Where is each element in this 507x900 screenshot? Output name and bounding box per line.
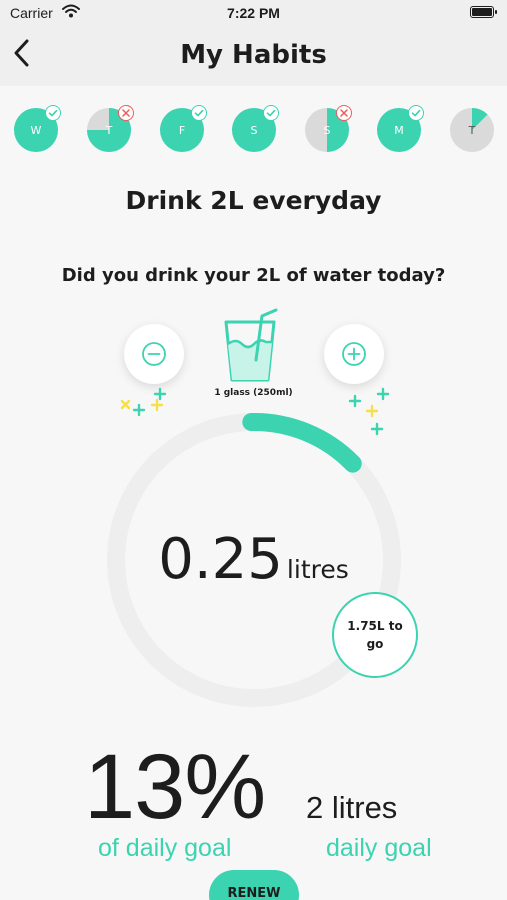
minus-circle-icon [142,342,166,366]
percent-caption: of daily goal [98,834,232,862]
remaining-badge: 1.75L to go [332,592,418,678]
renew-button[interactable]: RENEW [209,870,299,900]
cross-icon [118,105,134,121]
back-button[interactable] [8,38,36,70]
decrease-button[interactable] [124,324,184,384]
check-icon [408,105,424,121]
amount-unit: litres [286,555,349,584]
amount-value: 0.25 [158,527,283,592]
percent-value: 13% [84,736,266,838]
goal-caption: daily goal [326,834,432,862]
chevron-left-icon [14,39,29,67]
check-icon [263,105,279,121]
status-time: 7:22 PM [227,5,280,21]
plus-circle-icon [342,342,366,366]
status-bar: Carrier 7:22 PM [0,0,507,28]
check-icon [45,105,61,121]
battery-icon [470,6,497,18]
day-letter: T [468,123,476,137]
glass-with-straw-icon [218,308,288,384]
goal-value: 2 litres [306,790,398,825]
day-circle[interactable]: T [87,105,134,152]
navigation-bar: My Habits [0,28,507,86]
day-circle[interactable]: S [305,105,352,152]
day-circle-today[interactable]: T [450,108,494,152]
habit-title: Drink 2L everyday [125,186,382,215]
increase-button[interactable] [324,324,384,384]
day-circle[interactable]: W [14,105,61,152]
amount-display: 0.25 litres [0,527,507,592]
day-circle[interactable]: M [377,105,424,152]
habit-question: Did you drink your 2L of water today? [61,265,446,286]
check-icon [191,105,207,121]
day-circle[interactable]: S [232,105,279,152]
gauge-progress-arc [242,413,362,473]
week-days-row: W T F S S M T [14,105,494,152]
glass-size-label: 1 glass (250ml) [214,388,293,398]
day-circle[interactable]: F [160,105,207,152]
page-title: My Habits [180,40,327,70]
cross-icon [336,105,352,121]
